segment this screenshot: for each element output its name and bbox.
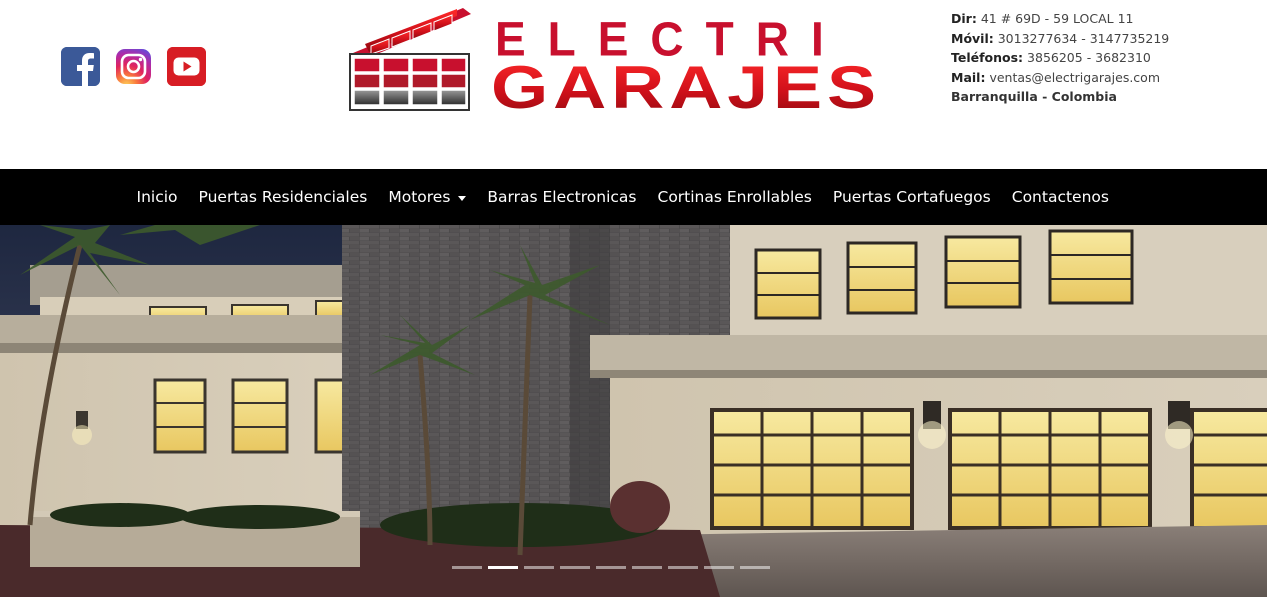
facebook-link[interactable] [61, 47, 100, 86]
nav-item-motores[interactable]: Motores [378, 188, 477, 206]
nav-item-barras-electronicas[interactable]: Barras Electronicas [477, 188, 647, 206]
carousel-indicator[interactable] [560, 566, 590, 569]
address-row: Dir: 41 # 69D - 59 LOCAL 11 [951, 9, 1251, 29]
contact-info: Dir: 41 # 69D - 59 LOCAL 11 Móvil: 30132… [951, 9, 1251, 107]
carousel-indicator[interactable] [740, 566, 770, 569]
mobile-value: 3013277634 - 3147735219 [997, 30, 1170, 46]
city-text: Barranquilla - Colombia [951, 89, 1117, 104]
mail-value[interactable]: ventas@electrigarajes.com [989, 70, 1160, 85]
site-logo[interactable]: ELECTRI GARAJES [345, 6, 890, 114]
logo-line2: GARAJES [491, 54, 881, 114]
carousel-indicators [452, 566, 770, 569]
nav-item-inicio[interactable]: Inicio [126, 188, 188, 206]
hero-carousel[interactable] [0, 225, 1267, 597]
nav-menu: Inicio Puertas Residenciales Motores Bar… [126, 169, 1119, 225]
nav-item-puertas-cortafuegos[interactable]: Puertas Cortafuegos [822, 188, 1001, 206]
caret-down-icon [458, 195, 467, 201]
youtube-link[interactable] [167, 47, 206, 86]
phone-value: 3856205 - 3682310 [1027, 50, 1151, 65]
carousel-indicator[interactable] [524, 566, 554, 569]
main-navbar: Inicio Puertas Residenciales Motores Bar… [0, 169, 1267, 225]
carousel-indicator[interactable] [668, 566, 698, 569]
nav-item-contactenos[interactable]: Contactenos [1001, 188, 1119, 206]
instagram-link[interactable] [114, 47, 153, 86]
mobile-row: Móvil: 3013277634 - 3147735219 [951, 29, 1251, 49]
site-header: ELECTRI GARAJES Dir: 41 # 69D - 59 LOCAL… [0, 0, 1267, 169]
mail-label: Mail: [951, 69, 986, 85]
mobile-label: Móvil: [951, 30, 994, 46]
carousel-indicator-active[interactable] [488, 566, 518, 569]
facebook-icon [61, 47, 100, 86]
phone-row: Teléfonos: 3856205 - 3682310 [951, 48, 1251, 68]
address-label: Dir: [951, 11, 977, 26]
mail-row: Mail: ventas@electrigarajes.com [951, 68, 1251, 88]
carousel-indicator[interactable] [632, 566, 662, 569]
carousel-indicator[interactable] [704, 566, 734, 569]
garage-door-logo-icon: ELECTRI GARAJES [349, 8, 881, 114]
carousel-indicator[interactable] [596, 566, 626, 569]
youtube-icon [167, 47, 206, 86]
carousel-indicator[interactable] [452, 566, 482, 569]
phone-label: Teléfonos: [951, 50, 1024, 65]
nav-item-motores-label: Motores [388, 188, 451, 206]
address-value: 41 # 69D - 59 LOCAL 11 [980, 11, 1134, 26]
instagram-icon [116, 49, 151, 84]
nav-item-cortinas-enrollables[interactable]: Cortinas Enrollables [647, 188, 822, 206]
house-garage-slide-image [0, 225, 1267, 597]
nav-item-puertas-residenciales[interactable]: Puertas Residenciales [188, 188, 378, 206]
